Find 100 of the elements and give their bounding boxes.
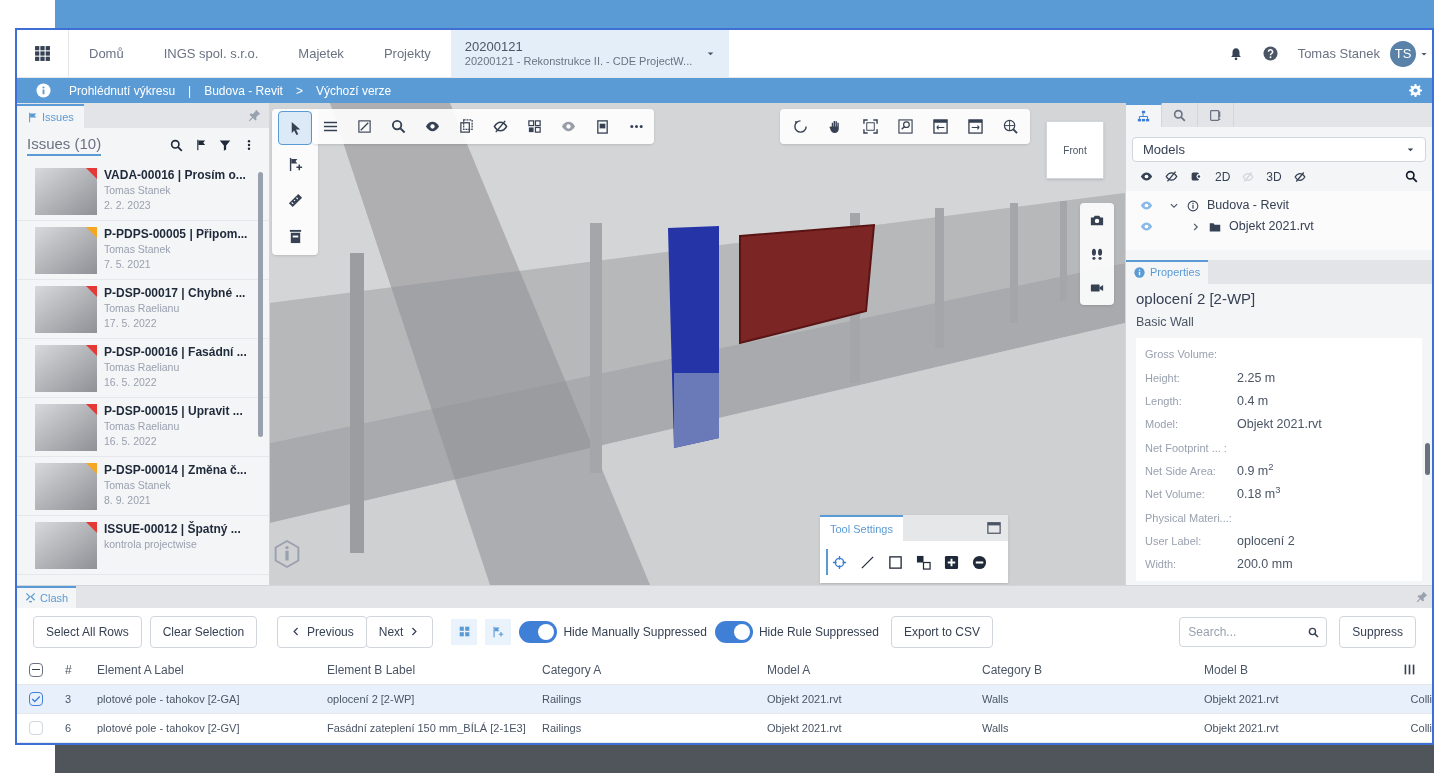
- property-value: oplocení 2: [1237, 532, 1295, 550]
- hide-all-button[interactable]: [1165, 170, 1178, 184]
- column-header[interactable]: Element B Label: [327, 660, 542, 679]
- table-cell-text: Walls: [982, 691, 1010, 707]
- nav-link[interactable]: INGS spol. s.r.o.: [143, 30, 279, 77]
- issue-title: ISSUE-00012 | Špatný ...: [104, 522, 241, 537]
- row-checkbox[interactable]: [29, 692, 43, 706]
- action-button[interactable]: Clear Selection: [149, 615, 258, 648]
- table-row[interactable]: 3 plotové pole - tahokov [2-GA] oplocení 2 [2-WP] Railings Objekt 2021.rvt Walls Objekt 2021.rvt Colli: [17, 685, 1432, 714]
- issue-title: P-DSP-00015 | Upravit ...: [104, 404, 243, 419]
- models-dropdown[interactable]: Models: [1132, 137, 1426, 163]
- element-type: Basic Wall: [1135, 314, 1195, 332]
- previous-button[interactable]: Previous: [277, 615, 367, 648]
- property-label: Net Volume:: [1145, 487, 1206, 503]
- issue-title: VADA-00016 | Prosím o...: [104, 168, 246, 183]
- property-label: Physical Materi...:: [1145, 510, 1233, 526]
- hide-button[interactable]: [1293, 170, 1306, 183]
- columns-icon: [1403, 663, 1416, 677]
- viewer-logo-icon: [274, 539, 300, 569]
- issue-title: P-DSP-00017 | Chybné ...: [104, 286, 246, 301]
- column-header[interactable]: Category B: [982, 660, 1204, 679]
- column-header[interactable]: Model A: [767, 660, 982, 679]
- table-cell-text: plotové pole - tahokov [2-GV]: [97, 720, 241, 736]
- column-header[interactable]: Element A Label: [97, 660, 327, 679]
- column-chooser-button[interactable]: [1403, 663, 1416, 677]
- property-value: 0.9 m$^{2}$: [1237, 461, 1274, 480]
- toggle-switch[interactable]: [714, 620, 753, 643]
- window-left-icon: [932, 119, 948, 134]
- property-label: User Label:: [1145, 533, 1203, 549]
- toggle-switch[interactable]: [519, 620, 558, 643]
- flag-filter-button[interactable]: [195, 139, 207, 151]
- next-button[interactable]: Next: [365, 615, 434, 648]
- project-selector[interactable]: 20200121 20200121 - Rekonstrukce II. - CDE ProjectW...: [450, 30, 730, 77]
- table-cell-text: Objekt 2021.rvt: [767, 691, 843, 707]
- property-label: Width:: [1145, 557, 1178, 573]
- tree-item[interactable]: Budova - Revit: [1207, 196, 1289, 216]
- search-button[interactable]: [1405, 170, 1418, 184]
- user-avatar[interactable]: TS: [1390, 40, 1416, 67]
- issue-item[interactable]: VADA-00016 | Prosím o... Tomas Stanek 2. 2. 2023: [17, 162, 269, 221]
- issue-author: Tomas Stanek: [104, 242, 171, 257]
- issue-title: P-PDPS-00005 | Připom...: [104, 227, 248, 242]
- table-cell-text: Railings: [542, 720, 583, 736]
- isolate-icon: [1190, 170, 1203, 184]
- search-button[interactable]: [170, 138, 183, 152]
- view-cube[interactable]: Front: [1046, 121, 1104, 179]
- property-label: Gross Volume:: [1145, 347, 1219, 363]
- table-cell-text: Fasádní zateplení 150 mm_BÍLÁ [2-1E3]: [327, 720, 527, 736]
- flag-plus-icon: [492, 625, 505, 638]
- issue-item[interactable]: ISSUE-00012 | Špatný ... kontrola projectwise: [17, 516, 269, 575]
- view-filter-label: 3D: [1266, 168, 1282, 186]
- visibility-toggle[interactable]: [1140, 220, 1153, 234]
- visibility-toggle[interactable]: [1140, 199, 1153, 213]
- eye-off-icon: [1165, 170, 1178, 184]
- property-value: 2.25 m: [1237, 369, 1276, 387]
- column-header[interactable]: #: [65, 660, 97, 679]
- issue-item[interactable]: P-DSP-00014 | Změna č... Tomas Stanek 8. 9. 2021: [17, 457, 269, 516]
- eye-icon: [1140, 220, 1153, 234]
- action-button[interactable]: Select All Rows: [33, 615, 142, 648]
- info-circle-icon: [1187, 199, 1199, 212]
- nav-link[interactable]: Majetek: [278, 30, 364, 77]
- export-button[interactable]: Export to CSV: [890, 615, 993, 648]
- filter-icon: [219, 139, 231, 151]
- column-header[interactable]: Model B: [1204, 660, 1386, 679]
- isolate-button[interactable]: [1190, 170, 1203, 184]
- user-name: Tomas Stanek: [1297, 44, 1380, 63]
- panel-tab[interactable]: [1126, 103, 1162, 128]
- nav-link[interactable]: Domů: [69, 30, 144, 77]
- help-icon: [1262, 46, 1278, 61]
- issue-date: 7. 5. 2021: [104, 257, 151, 272]
- list-icon: [322, 119, 338, 134]
- search-icon: [170, 138, 183, 152]
- search-icon: [1308, 626, 1320, 638]
- issue-item[interactable]: P-DSP-00016 | Fasádní ... Tomas Raelianu 16. 5. 2022: [17, 339, 269, 398]
- issues-heading: Issues (10): [27, 134, 102, 156]
- nav-link[interactable]: Projekty: [363, 30, 451, 77]
- issue-item[interactable]: P-DSP-00017 | Chybné ... Tomas Raelianu 17. 5. 2022: [17, 280, 269, 339]
- ruler-icon: [287, 192, 303, 208]
- expand-toggle[interactable]: [1191, 221, 1201, 232]
- fit-view-icon: [862, 119, 878, 134]
- issue-author: Tomas Raelianu: [104, 419, 180, 434]
- filter-button[interactable]: [219, 139, 231, 151]
- grid-view-button[interactable]: [451, 618, 478, 645]
- table-cell-text: Colli: [1410, 691, 1432, 707]
- toggle-label: Hide Rule Suppressed: [758, 623, 879, 641]
- issue-item[interactable]: P-PDPS-00005 | Připom... Tomas Stanek 7. 5. 2021: [17, 221, 269, 280]
- issue-author: Tomas Stanek: [104, 478, 171, 493]
- footprints-icon: [1090, 247, 1104, 261]
- table-cell-text: Objekt 2021.rvt: [767, 720, 843, 736]
- suppress-button[interactable]: Suppress: [1339, 615, 1416, 648]
- chevron-right-icon: [1191, 221, 1201, 232]
- column-header[interactable]: Category A: [542, 660, 767, 679]
- issue-item[interactable]: P-DSP-00015 | Upravit ... Tomas Raelianu 16. 5. 2022: [17, 398, 269, 457]
- tree-item[interactable]: Objekt 2021.rvt: [1229, 217, 1314, 237]
- search-field[interactable]: Search...: [1179, 616, 1328, 647]
- search-icon: [1405, 170, 1418, 184]
- show-all-button[interactable]: [1140, 170, 1153, 184]
- issue-date: 8. 9. 2021: [104, 493, 151, 508]
- select-arrow-tool[interactable]: [278, 111, 312, 145]
- select-all-checkbox[interactable]: [29, 662, 43, 677]
- table-cell-text: Railings: [542, 691, 583, 707]
